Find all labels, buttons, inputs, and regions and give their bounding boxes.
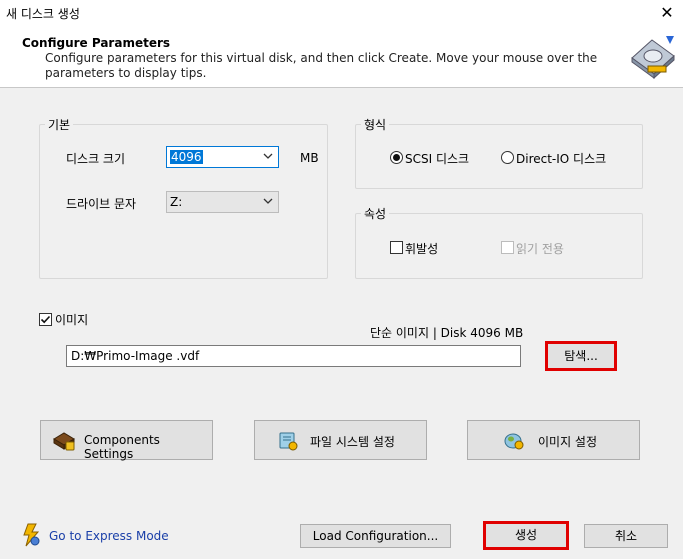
disk-size-combo[interactable]: 4096 <box>166 146 279 168</box>
browse-button-label: 탐색... <box>564 349 598 363</box>
drive-letter-value: Z: <box>170 195 183 209</box>
direct-io-disk-label[interactable]: Direct-IO 디스크 <box>516 150 606 167</box>
readonly-label: 읽기 전용 <box>516 242 564 256</box>
disk-size-unit: MB <box>300 151 319 165</box>
filesystem-settings-label: 파일 시스템 설정 <box>310 435 395 449</box>
volatile-checkbox[interactable] <box>390 241 403 254</box>
disk-size-label: 디스크 크기 <box>66 152 126 166</box>
image-settings-button[interactable]: 이미지 설정 <box>467 420 640 460</box>
create-label: 생성 <box>514 528 538 542</box>
header-description: Configure parameters for this virtual di… <box>45 51 598 80</box>
direct-io-disk-radio[interactable] <box>501 151 514 164</box>
image-settings-label: 이미지 설정 <box>538 435 598 449</box>
image-settings-icon <box>503 431 525 454</box>
cancel-label: 취소 <box>614 529 638 543</box>
browse-button[interactable]: 탐색... <box>545 341 617 371</box>
format-group-label: 형식 <box>361 116 390 133</box>
components-icon <box>53 431 75 454</box>
lightning-icon <box>20 523 42 550</box>
basic-group-label: 기본 <box>45 116 74 133</box>
image-info: 단순 이미지 | Disk 4096 MB <box>370 326 524 340</box>
create-button[interactable]: 생성 <box>483 521 569 550</box>
volatile-label[interactable]: 휘발성 <box>405 240 438 257</box>
header-title: Configure Parameters <box>22 36 171 50</box>
cancel-button[interactable]: 취소 <box>584 524 668 548</box>
drive-letter-label: 드라이브 문자 <box>66 197 137 211</box>
scsi-disk-radio[interactable] <box>390 151 403 164</box>
disk-wizard-icon <box>628 34 678 80</box>
load-configuration-button[interactable]: Load Configuration... <box>300 524 451 548</box>
express-mode-link[interactable]: Go to Express Mode <box>49 529 169 543</box>
load-configuration-label: Load Configuration... <box>312 529 439 543</box>
image-path-field[interactable]: D:₩Primo-Image .vdf <box>66 345 521 367</box>
window-title: 새 디스크 생성 <box>6 7 80 21</box>
radio-dot <box>393 154 400 161</box>
chevron-down-icon <box>262 150 274 162</box>
filesystem-icon <box>277 431 299 454</box>
filesystem-settings-button[interactable]: 파일 시스템 설정 <box>254 420 427 460</box>
image-checkbox[interactable] <box>39 313 52 326</box>
image-path-value: D:₩Primo-Image .vdf <box>71 349 200 363</box>
scsi-disk-label[interactable]: SCSI 디스크 <box>405 150 469 167</box>
readonly-checkbox[interactable] <box>501 241 514 254</box>
close-button[interactable]: ✕ <box>655 2 679 24</box>
attributes-group-label: 속성 <box>361 205 390 222</box>
disk-size-value: 4096 <box>170 150 203 164</box>
drive-letter-combo[interactable]: Z: <box>166 191 279 213</box>
title-bar <box>0 0 683 28</box>
image-checkbox-label[interactable]: 이미지 <box>55 311 88 328</box>
components-settings-label: Components Settings <box>84 433 160 461</box>
components-settings-button[interactable]: Components Settings <box>40 420 213 461</box>
chevron-down-icon <box>262 195 274 207</box>
